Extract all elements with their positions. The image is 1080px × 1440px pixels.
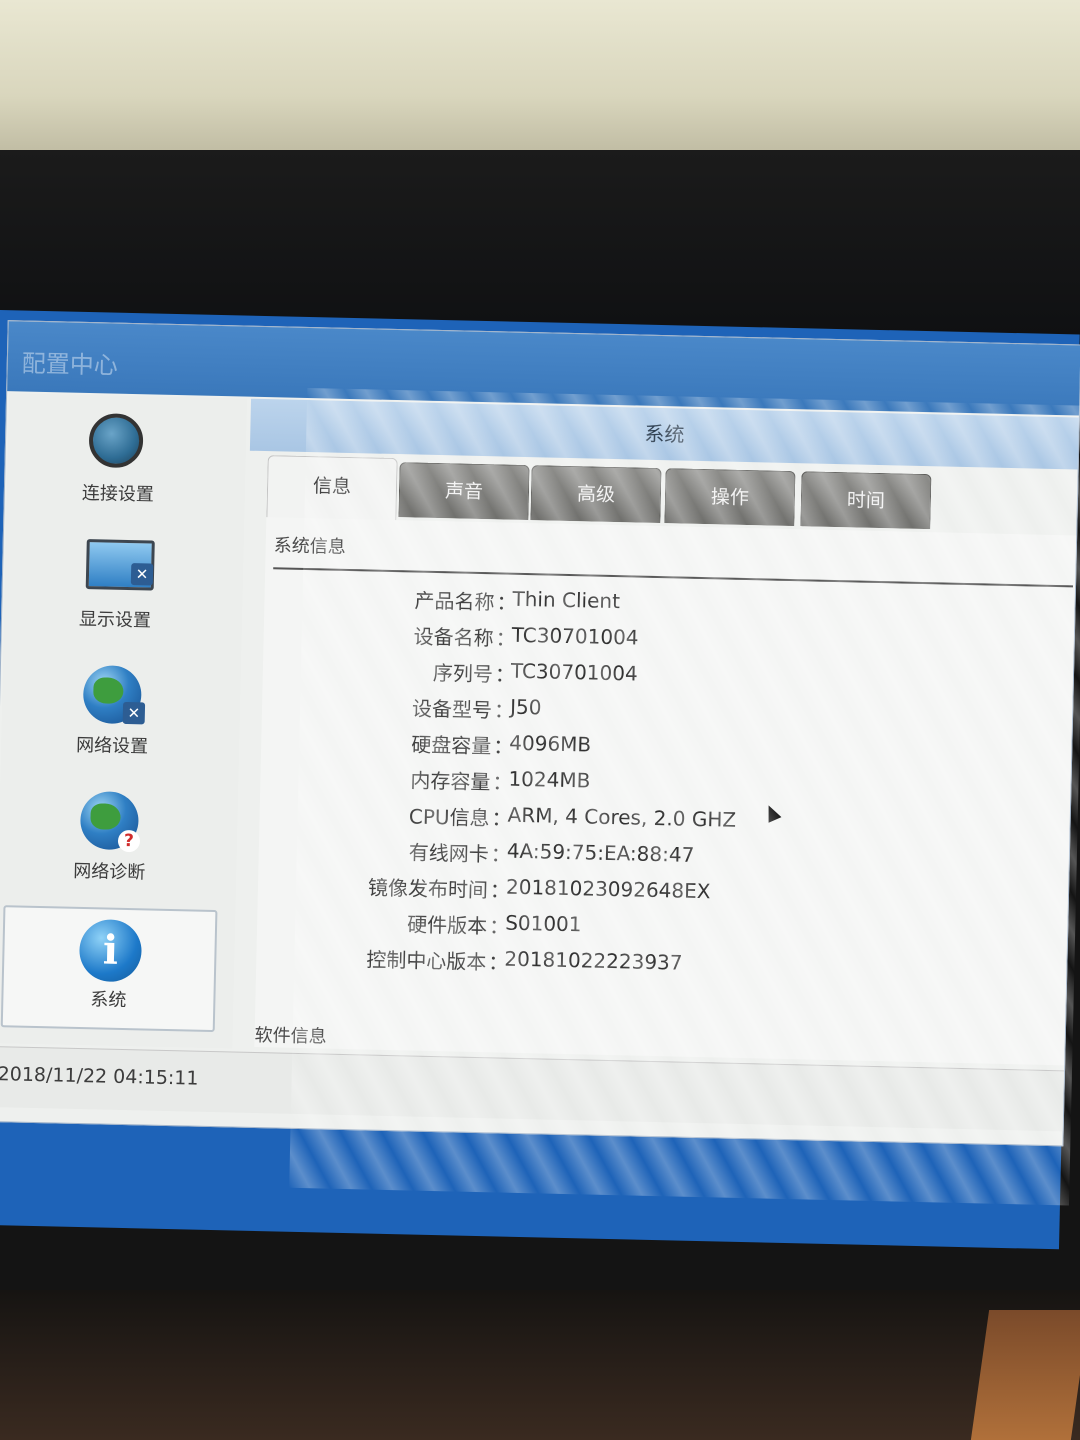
system-info-heading: 系统信息 [273,535,346,558]
monitor-bezel [0,150,1080,340]
info-value: TC30701004 [510,658,639,686]
window-title: 配置中心 [21,349,119,380]
sidebar-item-network-settings[interactable]: ✕ 网络设置 [7,653,220,776]
info-value: 20181023092648EX [505,874,711,904]
tab-info[interactable]: 信息 [266,455,398,522]
desk-surface [0,1290,1080,1440]
info-key: 硬件版本 [406,912,488,939]
info-value: J50 [509,694,542,720]
status-datetime: 2018/11/22 04:15:11 [0,1063,199,1090]
sidebar-item-label: 系统 [90,989,127,1012]
sidebar-item-label: 网络设置 [75,734,149,758]
info-key: 设备型号 [411,696,493,723]
info-key: 有线网卡 [408,840,490,867]
info-key: 硬盘容量 [410,732,492,759]
info-content: 系统信息 产品名称 ： Thin Client 设备名称 ： TC3070100… [254,517,1077,1066]
info-key: CPU信息 [408,804,490,831]
tab-sound[interactable]: 声音 [398,462,530,521]
info-key: 内存容量 [410,768,491,795]
config-center-window: 配置中心 连接设置 ✕ 显示设置 ✕ 网络设置 ? 网络诊断 i 系统 系统 信… [0,320,1080,1206]
info-value: S01001 [504,910,582,937]
info-key: 序列号 [432,660,494,687]
globe-tool-icon: ✕ [82,664,146,726]
info-value: Thin Client [512,586,621,614]
sidebar-item-display-settings[interactable]: ✕ 显示设置 [9,527,222,650]
tab-time[interactable]: 时间 [800,471,932,530]
info-key: 设备名称 [413,624,494,651]
desk-edge [970,1310,1080,1440]
info-key: 产品名称 [414,588,495,615]
sidebar-item-label: 显示设置 [78,608,152,632]
info-value: 20181022223937 [504,946,683,975]
sidebar-item-label: 网络诊断 [73,860,146,884]
info-key: 控制中心版本 [366,947,487,975]
tab-operation[interactable]: 操作 [664,468,796,527]
info-icon: i [78,918,143,983]
headset-globe-icon [88,413,149,474]
monitor-screen: 配置中心 连接设置 ✕ 显示设置 ✕ 网络设置 ? 网络诊断 i 系统 系统 信… [0,310,1080,1250]
main-panel: 系统 信息 声音 高级 操作 时间 系统信息 产品名称 ： Thin Clien… [236,398,1079,1068]
globe-question-icon: ? [79,790,141,853]
sidebar-item-network-diagnosis[interactable]: ? 网络诊断 [4,779,217,902]
info-value: 4096MB [509,730,592,757]
sidebar-item-label: 连接设置 [81,482,155,506]
sidebar-item-connection-settings[interactable]: 连接设置 [12,401,225,524]
info-value[interactable]: TC30701004 [511,623,638,650]
software-info-heading: 软件信息 [254,1024,327,1048]
monitor-tool-icon: ✕ [85,539,155,600]
sidebar: 连接设置 ✕ 显示设置 ✕ 网络设置 ? 网络诊断 i 系统 [0,393,248,1049]
info-key: 镜像发布时间 [367,875,489,903]
wall-background [0,0,1080,160]
info-value: 4A:59:75:EA:88:47 [506,838,695,867]
info-value: 1024MB [508,766,591,793]
info-value: ARM, 4 Cores, 2.0 GHZ [507,802,737,832]
tab-advanced[interactable]: 高级 [530,465,662,524]
sidebar-item-system[interactable]: i 系统 [0,905,218,1033]
